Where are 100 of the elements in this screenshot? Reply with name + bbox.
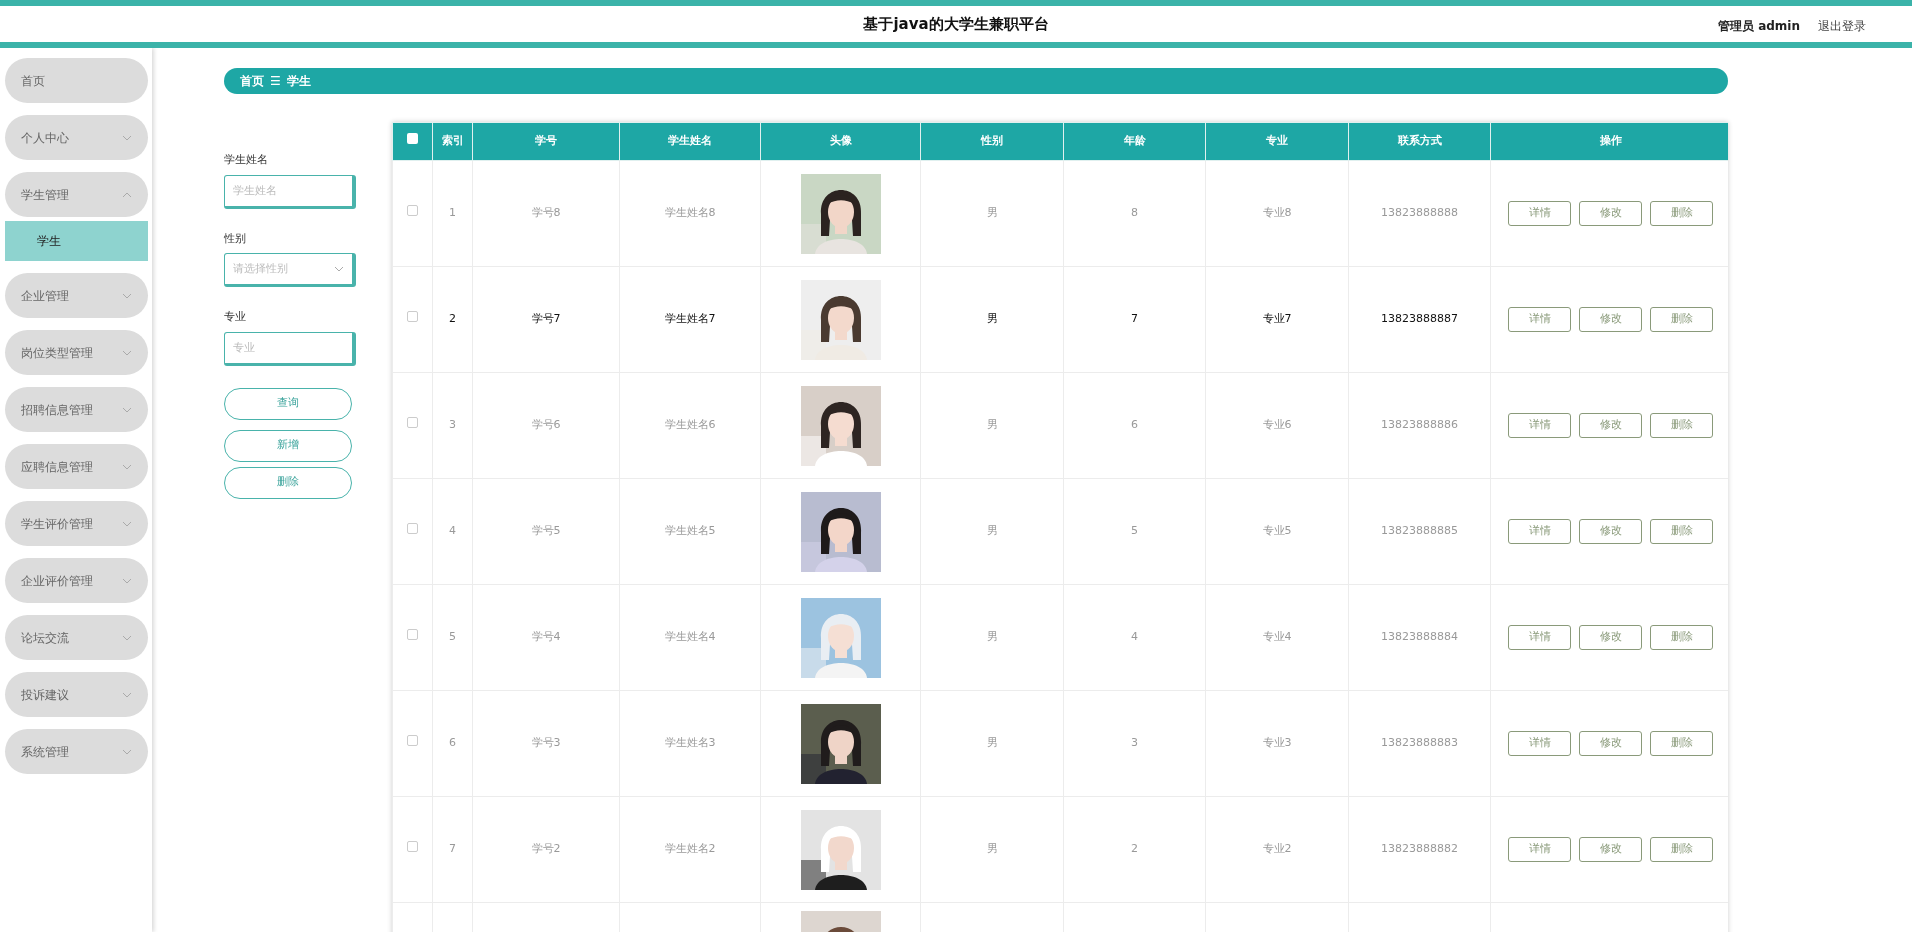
table-cell: 男 — [986, 736, 998, 750]
sidebar-item[interactable]: 企业管理 — [5, 273, 148, 318]
table-cell: 学生姓名8 — [664, 206, 716, 220]
row-checkbox[interactable] — [407, 417, 418, 429]
search-button[interactable]: 查询 — [224, 387, 352, 420]
table-cell: 学生姓名5 — [664, 524, 716, 538]
breadcrumb-item: 学生 — [286, 73, 311, 90]
sidebar-item[interactable]: 投诉建议 — [5, 672, 148, 717]
sidebar-subitem[interactable]: 学生 — [5, 221, 148, 261]
table-cell: 13823888888 — [1381, 206, 1458, 220]
details-button[interactable]: 详情 — [1508, 519, 1571, 544]
delete-button[interactable]: 删除 — [1650, 307, 1713, 332]
delete-button[interactable]: 删除 — [1650, 731, 1713, 756]
table-cell: 13823888883 — [1381, 736, 1458, 750]
table-cell: 专业5 — [1262, 524, 1292, 538]
row-checkbox[interactable] — [407, 841, 418, 853]
table-cell: 专业7 — [1262, 312, 1292, 326]
sidebar-item[interactable]: 招聘信息管理 — [5, 387, 148, 432]
sidebar-item[interactable]: 学生管理 — [5, 172, 148, 217]
column-header: 学生姓名 — [668, 134, 712, 148]
chevron-down-icon — [122, 463, 132, 470]
table-cell: 13823888886 — [1381, 418, 1458, 432]
chevron-down-icon — [122, 577, 132, 584]
row-checkbox[interactable] — [407, 523, 418, 535]
table-cell: 13823888882 — [1381, 842, 1458, 856]
column-header: 联系方式 — [1397, 134, 1442, 148]
delete-button[interactable]: 删除 — [1650, 201, 1713, 226]
table-cell: 男 — [986, 524, 998, 538]
details-button[interactable]: 详情 — [1508, 413, 1571, 438]
details-button[interactable]: 详情 — [1508, 307, 1571, 332]
table-cell: 专业4 — [1262, 630, 1292, 644]
user-label: 管理员 admin — [1717, 18, 1800, 35]
table-cell: 3 — [449, 418, 456, 432]
delete-button[interactable]: 删除 — [224, 466, 352, 499]
delete-button[interactable]: 删除 — [1650, 837, 1713, 862]
table-cell: 学生姓名4 — [664, 630, 716, 644]
sidebar-item[interactable]: 首页 — [5, 58, 148, 103]
column-header: 头像 — [829, 134, 852, 148]
edit-button[interactable]: 修改 — [1579, 413, 1642, 438]
edit-button[interactable]: 修改 — [1579, 307, 1642, 332]
chevron-down-icon — [122, 406, 132, 413]
details-button[interactable]: 详情 — [1508, 837, 1571, 862]
details-button[interactable]: 详情 — [1508, 731, 1571, 756]
sidebar-item[interactable]: 系统管理 — [5, 729, 148, 774]
edit-button[interactable]: 修改 — [1579, 837, 1642, 862]
row-checkbox[interactable] — [407, 311, 418, 323]
details-button[interactable]: 详情 — [1508, 625, 1571, 650]
chevron-down-icon — [122, 134, 132, 141]
row-checkbox[interactable] — [407, 629, 418, 641]
table-cell: 7 — [449, 842, 456, 856]
table-cell: 学号5 — [531, 524, 561, 538]
table-cell: 男 — [986, 312, 998, 326]
table-cell: 学号3 — [531, 736, 561, 750]
table-cell: 13823888884 — [1381, 630, 1458, 644]
edit-button[interactable]: 修改 — [1579, 731, 1642, 756]
input-field[interactable]: 专业 — [224, 331, 356, 366]
table-cell: 6 — [1131, 418, 1138, 432]
column-header: 年龄 — [1123, 134, 1146, 148]
sidebar-item[interactable]: 个人中心 — [5, 115, 148, 160]
edit-button[interactable]: 修改 — [1579, 519, 1642, 544]
table-cell: 学生姓名7 — [664, 312, 716, 326]
sidebar-item[interactable]: 学生评价管理 — [5, 501, 148, 546]
table-cell: 6 — [449, 736, 456, 750]
table-cell: 男 — [986, 630, 998, 644]
delete-button[interactable]: 删除 — [1650, 413, 1713, 438]
sidebar-item[interactable]: 论坛交流 — [5, 615, 148, 660]
table-cell: 学号6 — [531, 418, 561, 432]
column-header: 性别 — [981, 134, 1003, 148]
chevron-down-icon — [122, 292, 132, 299]
table-cell: 1 — [449, 206, 456, 220]
table-cell: 3 — [1131, 736, 1138, 750]
field-label: 性别 — [224, 230, 247, 247]
column-header: 索引 — [441, 134, 464, 148]
table-cell: 男 — [986, 418, 998, 432]
table-cell: 13823888887 — [1381, 312, 1458, 326]
add-button[interactable]: 新增 — [224, 429, 352, 462]
sidebar-item[interactable]: 应聘信息管理 — [5, 444, 148, 489]
field-label: 专业 — [224, 309, 247, 325]
row-checkbox[interactable] — [407, 735, 418, 747]
select-all-checkbox[interactable] — [407, 133, 418, 145]
table-cell: 学生姓名3 — [664, 736, 716, 750]
table-cell: 专业2 — [1262, 842, 1292, 856]
details-button[interactable]: 详情 — [1508, 201, 1571, 226]
sidebar-item[interactable]: 企业评价管理 — [5, 558, 148, 603]
table-cell: 学生姓名2 — [664, 842, 716, 856]
edit-button[interactable]: 修改 — [1579, 201, 1642, 226]
row-checkbox[interactable] — [407, 205, 418, 217]
input-field[interactable]: 学生姓名 — [224, 174, 356, 209]
table-cell: 专业3 — [1262, 736, 1292, 750]
sidebar-item[interactable]: 岗位类型管理 — [5, 330, 148, 375]
table-cell: 4 — [449, 524, 456, 538]
table-cell: 专业6 — [1262, 418, 1292, 432]
delete-button[interactable]: 删除 — [1650, 625, 1713, 650]
table-cell: 学生姓名6 — [664, 418, 716, 432]
logout-link[interactable]: 退出登录 — [1818, 17, 1866, 35]
breadcrumb-item[interactable]: 首页 — [240, 72, 264, 90]
delete-button[interactable]: 删除 — [1650, 519, 1713, 544]
table-cell: 8 — [1131, 206, 1138, 220]
edit-button[interactable]: 修改 — [1579, 625, 1642, 650]
chevron-down-icon — [122, 349, 132, 356]
